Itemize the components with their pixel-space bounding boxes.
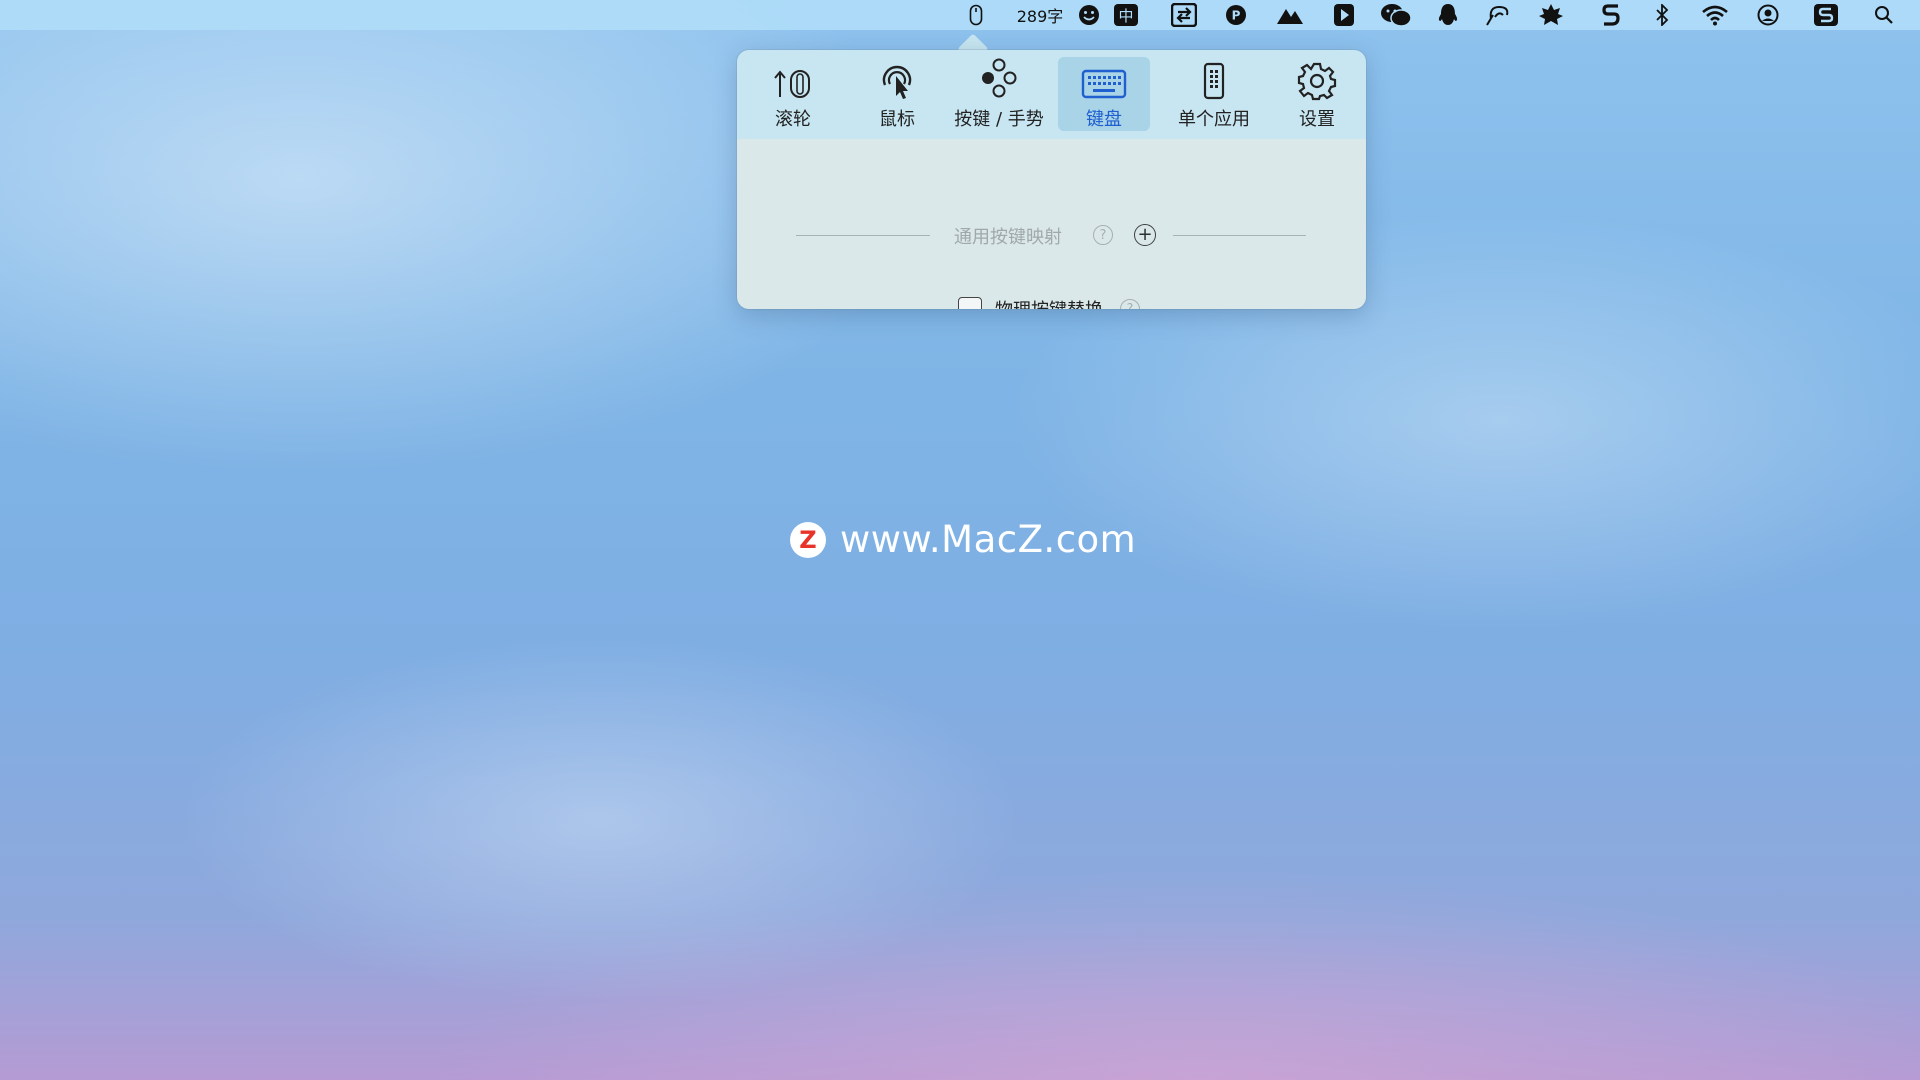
tab-label: 键盘: [1086, 109, 1122, 130]
tab-label: 设置: [1299, 109, 1335, 130]
watermark: Z www.MacZ.com: [790, 518, 1136, 561]
mountains-icon[interactable]: [1276, 0, 1304, 30]
keyboard-panel: 通用按键映射 ? + 物理按键替换 ?: [737, 139, 1366, 309]
general-mapping-help-button[interactable]: ?: [1093, 225, 1113, 245]
single-app-icon: [1201, 57, 1227, 101]
divider-line: [796, 235, 930, 236]
input-method-label: 中: [1114, 4, 1138, 26]
qq-penguin-icon[interactable]: [1437, 0, 1459, 30]
word-count[interactable]: 289字: [1014, 0, 1066, 30]
tab-mouse[interactable]: 鼠标: [851, 57, 943, 131]
tab-label: 单个应用: [1178, 109, 1250, 130]
tab-settings[interactable]: 设置: [1277, 57, 1357, 131]
tab-buttons-gestures[interactable]: 按键 / 手势: [949, 57, 1049, 131]
svg-text:P: P: [1232, 9, 1241, 23]
tab-label: 按键 / 手势: [954, 109, 1044, 130]
mouse-icon[interactable]: [965, 0, 987, 30]
wechat-icon[interactable]: [1380, 0, 1412, 30]
p-circle-icon[interactable]: P: [1224, 0, 1248, 30]
tab-keyboard[interactable]: 键盘: [1058, 57, 1150, 131]
gear-icon: [1297, 57, 1337, 101]
user-account-icon[interactable]: [1756, 0, 1780, 30]
add-mapping-button[interactable]: +: [1134, 224, 1156, 246]
spotlight-search-icon[interactable]: [1872, 0, 1896, 30]
play-app-icon[interactable]: [1332, 0, 1356, 30]
settings-popover: 滚轮 鼠标 按键 / 手势 键盘 单个应用 设置 通用按键映射 ? + ?: [737, 50, 1366, 309]
tab-scroll-wheel[interactable]: 滚轮: [747, 57, 839, 131]
macz-logo: Z: [790, 521, 826, 558]
tab-toolbar: 滚轮 鼠标 按键 / 手势 键盘 单个应用 设置: [737, 50, 1366, 139]
lasso-icon[interactable]: [1483, 0, 1511, 30]
physical-swap-help-button[interactable]: ?: [1120, 299, 1140, 309]
physical-swap-label: 物理按键替换: [995, 296, 1103, 309]
physical-swap-checkbox[interactable]: [958, 297, 982, 309]
mouse-pointer-icon: [877, 57, 917, 101]
bluetooth-icon[interactable]: [1652, 0, 1672, 30]
transfer-icon[interactable]: [1170, 0, 1198, 30]
logo-letter: Z: [799, 525, 817, 554]
buttons-gesture-icon: [977, 57, 1021, 101]
wifi-icon[interactable]: [1700, 0, 1730, 30]
tab-label: 滚轮: [775, 109, 811, 130]
s-square-icon[interactable]: [1813, 0, 1839, 30]
scroll-wheel-icon: [772, 57, 814, 101]
divider-right: [1173, 235, 1306, 236]
keyboard-icon: [1081, 57, 1127, 101]
smiley-icon[interactable]: [1077, 0, 1101, 30]
general-mapping-title: 通用按键映射: [954, 227, 1062, 248]
menu-bar: 289字 中 P: [0, 0, 1920, 30]
input-method-icon[interactable]: 中: [1113, 0, 1139, 30]
watermark-text: www.MacZ.com: [840, 518, 1137, 561]
s-app-icon[interactable]: [1600, 0, 1622, 30]
maple-leaf-icon[interactable]: [1537, 0, 1565, 30]
tab-label: 鼠标: [879, 109, 915, 130]
tab-single-app[interactable]: 单个应用: [1157, 57, 1271, 131]
